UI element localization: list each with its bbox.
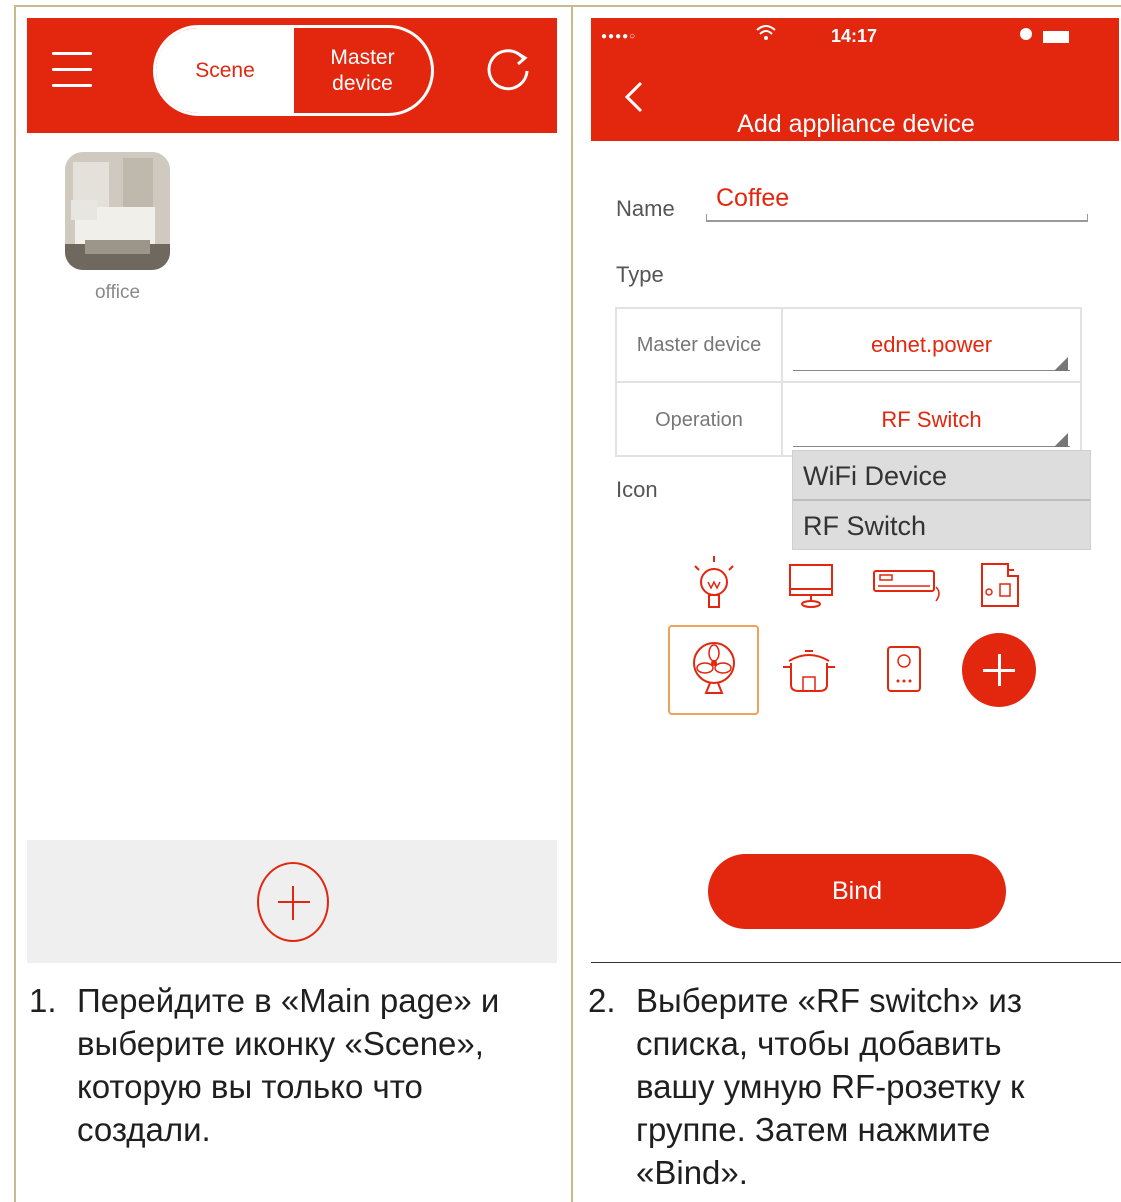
name-input-underline bbox=[706, 214, 1088, 222]
step2-caption: 2. Выберите «RF switch» из списка, чтобы… bbox=[588, 979, 1121, 1202]
add-scene-button[interactable] bbox=[257, 862, 329, 942]
air-conditioner-icon[interactable] bbox=[862, 540, 950, 628]
signal-icon: ●●●●○ bbox=[601, 31, 637, 42]
scene-office-thumbnail[interactable] bbox=[65, 152, 170, 270]
step1-line: выберите иконку «Scene», bbox=[77, 1025, 484, 1062]
name-input[interactable]: Coffee bbox=[716, 184, 789, 213]
refresh-icon[interactable] bbox=[487, 48, 533, 94]
page-title: Add appliance device bbox=[737, 110, 975, 138]
step2-line: «Bind». bbox=[636, 1154, 748, 1191]
right-panel-divider bbox=[591, 962, 1121, 963]
step2-line: Выберите «RF switch» из bbox=[636, 982, 1022, 1019]
add-icon-button[interactable] bbox=[962, 633, 1036, 707]
step1-caption: 1. Перейдите в «Main page» и выберите ик… bbox=[29, 979, 559, 1199]
dropdown-arrow-icon bbox=[1054, 433, 1068, 447]
alarm-icon bbox=[1020, 28, 1032, 40]
step2-line: группе. Затем нажмите bbox=[636, 1111, 991, 1148]
step1-line: которую вы только что bbox=[77, 1068, 423, 1105]
frame-middle bbox=[571, 5, 573, 1202]
scene-device-switch: Scene Master device bbox=[153, 25, 434, 116]
fan-icon[interactable] bbox=[668, 625, 759, 715]
step2-text: Выберите «RF switch» из списка, чтобы до… bbox=[636, 979, 1024, 1194]
scene-office-label: office bbox=[94, 282, 141, 303]
select-underline bbox=[793, 446, 1070, 447]
step1-text: Перейдите в «Main page» и выберите иконк… bbox=[77, 979, 499, 1151]
step2-line: вашу умную RF-розетку к bbox=[636, 1068, 1025, 1105]
left-add-bar bbox=[27, 840, 557, 963]
tab-scene[interactable]: Scene bbox=[156, 28, 294, 113]
status-time: 14:17 bbox=[831, 26, 878, 46]
status-bar: ●●●●○ 14:17 bbox=[591, 18, 1119, 54]
hamburger-icon[interactable] bbox=[52, 52, 92, 88]
battery-icon bbox=[1043, 31, 1069, 43]
step2-number: 2. bbox=[588, 982, 616, 1019]
operation-dropdown-list: WiFi Device RF Switch bbox=[792, 450, 1091, 550]
master-device-value: ednet.power bbox=[870, 332, 993, 357]
master-device-row: Master device ednet.power bbox=[617, 309, 1080, 383]
left-app-header: Scene Master device bbox=[27, 18, 557, 133]
step2-line: списка, чтобы добавить bbox=[636, 1025, 1002, 1062]
operation-label: Operation bbox=[617, 383, 783, 457]
water-heater-icon[interactable] bbox=[860, 625, 948, 713]
operation-select[interactable]: RF Switch bbox=[783, 383, 1080, 457]
select-underline bbox=[793, 370, 1070, 371]
operation-row: Operation RF Switch bbox=[617, 383, 1080, 457]
bind-button[interactable]: Bind bbox=[708, 854, 1006, 929]
back-icon[interactable] bbox=[621, 81, 647, 113]
lamp-icon[interactable] bbox=[670, 540, 758, 628]
dropdown-arrow-icon bbox=[1054, 357, 1068, 371]
frame-top bbox=[14, 5, 1121, 7]
step1-line: создали. bbox=[77, 1111, 211, 1148]
bedroom-photo-icon bbox=[65, 152, 170, 270]
coffee-machine-icon[interactable] bbox=[955, 540, 1043, 628]
monitor-icon[interactable] bbox=[767, 540, 855, 628]
rice-cooker-icon[interactable] bbox=[765, 625, 853, 713]
operation-value: RF Switch bbox=[881, 407, 982, 432]
master-device-label: Master device bbox=[617, 309, 783, 381]
master-device-select[interactable]: ednet.power bbox=[783, 309, 1080, 381]
step1-number: 1. bbox=[29, 982, 57, 1019]
wifi-icon bbox=[756, 25, 776, 40]
name-label: Name bbox=[616, 196, 675, 221]
step1-line: Перейдите в «Main page» и bbox=[77, 982, 500, 1019]
dropdown-option-wifi-device[interactable]: WiFi Device bbox=[793, 451, 1090, 501]
type-label: Type bbox=[616, 262, 664, 287]
icon-label: Icon bbox=[616, 477, 658, 502]
tab-master-device[interactable]: Master device bbox=[294, 28, 431, 113]
type-table: Master device ednet.power Operation RF S… bbox=[615, 307, 1082, 457]
frame-left bbox=[14, 5, 16, 1202]
right-app-header: ●●●●○ 14:17 Add appliance device bbox=[591, 18, 1119, 141]
